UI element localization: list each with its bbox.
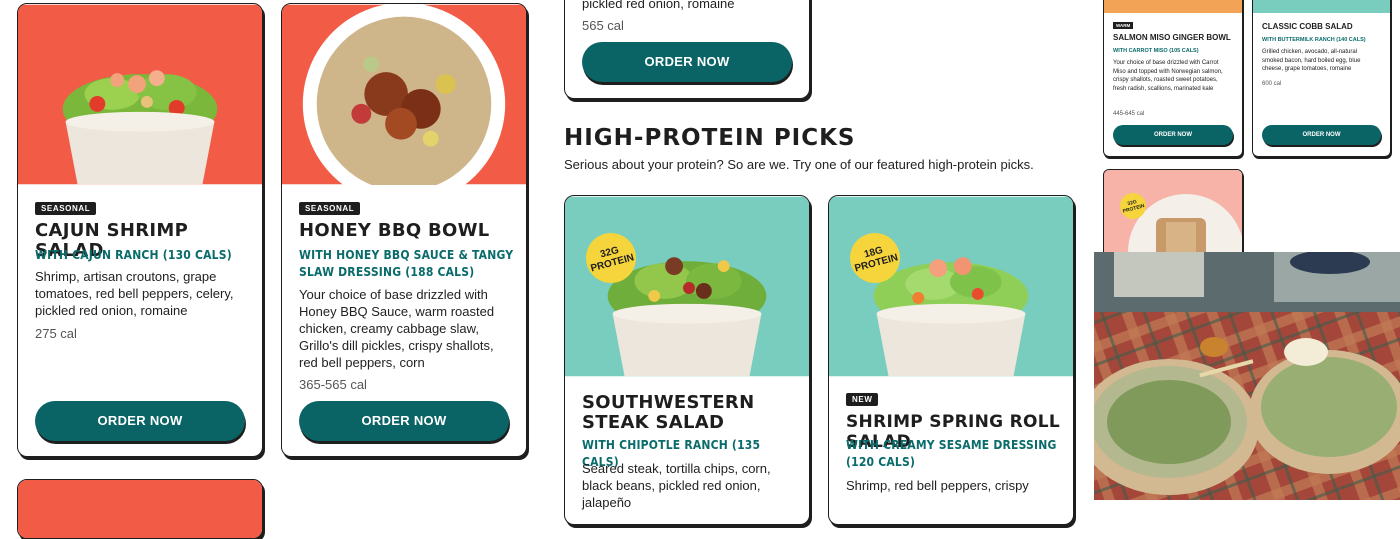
section-subtitle: Serious about your protein? So are we. T… (564, 157, 1034, 172)
item-calories: 365-565 cal (299, 377, 367, 392)
item-calories: 565 cal (582, 18, 624, 33)
item-title: SOUTHWESTERN STEAK SALAD (582, 392, 755, 433)
menu-card-cajun-shrimp[interactable]: SEASONAL CAJUN SHRIMP SALAD WITH CAJUN R… (17, 3, 263, 457)
mini-item-description: Grilled chicken, avocado, all-natural sm… (1262, 49, 1361, 72)
item-description: Seared steak, tortilla chips, corn, blac… (582, 461, 771, 510)
mini-order-now-button[interactable]: ORDER NOW (1113, 125, 1233, 145)
mini-card-image (1253, 0, 1390, 13)
cajun-shrimp-salad-image (18, 4, 262, 185)
mini-item-calories: 445-645 cal (1113, 111, 1145, 117)
mini-card-salmon-miso[interactable]: WARM SALMON MISO GINGER BOWL WITH CARROT… (1103, 0, 1243, 157)
order-now-button[interactable]: ORDER NOW (582, 42, 792, 82)
mini-card-classic-cobb[interactable]: CLASSIC COBB SALAD WITH BUTTERMILK RANCH… (1252, 0, 1391, 157)
card-image-strip (18, 480, 262, 538)
new-badge: NEW (846, 393, 879, 406)
section-title: HIGH-PROTEIN PICKS (564, 125, 856, 151)
seasonal-badge: SEASONAL (299, 202, 361, 215)
order-now-button[interactable]: ORDER NOW (35, 401, 245, 441)
item-description: Shrimp, red bell peppers, crispy (846, 478, 1029, 493)
menu-card-partial[interactable] (17, 479, 263, 539)
menu-card-partial-top[interactable]: pickled red onion, romaine 565 cal ORDER… (564, 0, 810, 99)
item-subtitle: WITH CREAMY SESAME DRESSING (120 CALS) (846, 438, 1057, 469)
seasonal-badge: SEASONAL (35, 202, 97, 215)
menu-card-shrimp-spring-roll[interactable]: 18G PROTEIN NEW SHRIMP SPRING ROLL SALAD… (828, 195, 1074, 525)
southwestern-steak-salad-image (565, 196, 809, 377)
mini-item-subtitle: WITH BUTTERMILK RANCH (140 CALS) (1262, 37, 1366, 43)
mini-item-description: Your choice of base drizzled with Carrot… (1113, 60, 1223, 92)
warm-badge: WARM (1113, 22, 1134, 29)
mini-card-image (1104, 0, 1242, 13)
item-title: HONEY BBQ BOWL (299, 220, 490, 241)
mini-item-title: CLASSIC COBB SALAD (1262, 22, 1353, 31)
order-now-button[interactable]: ORDER NOW (299, 401, 509, 441)
shrimp-spring-roll-salad-image (829, 196, 1073, 377)
customer-photo (1094, 252, 1400, 500)
honey-bbq-bowl-image (282, 4, 526, 185)
mini-card-wrap[interactable]: 32G PROTEIN (1103, 169, 1243, 259)
item-description-tail: pickled red onion, romaine (582, 0, 735, 11)
item-subtitle: WITH CAJUN RANCH (130 CALS) (35, 248, 232, 262)
menu-card-honey-bbq[interactable]: SEASONAL HONEY BBQ BOWL WITH HONEY BBQ S… (281, 3, 527, 457)
mini-item-calories: 600 cal (1262, 81, 1282, 87)
mini-item-title: SALMON MISO GINGER BOWL (1113, 33, 1231, 42)
item-description: Your choice of base drizzled with Honey … (299, 287, 495, 370)
item-calories: 275 cal (35, 326, 77, 341)
menu-card-southwestern-steak[interactable]: 32G PROTEIN SOUTHWESTERN STEAK SALAD WIT… (564, 195, 810, 525)
item-description: Shrimp, artisan croutons, grape tomatoes… (35, 269, 234, 318)
mini-order-now-button[interactable]: ORDER NOW (1262, 125, 1381, 145)
mini-item-subtitle: WITH CARROT MISO (105 CALS) (1113, 48, 1199, 54)
item-subtitle: WITH HONEY BBQ SAUCE & TANGY SLAW DRESSI… (299, 248, 514, 279)
